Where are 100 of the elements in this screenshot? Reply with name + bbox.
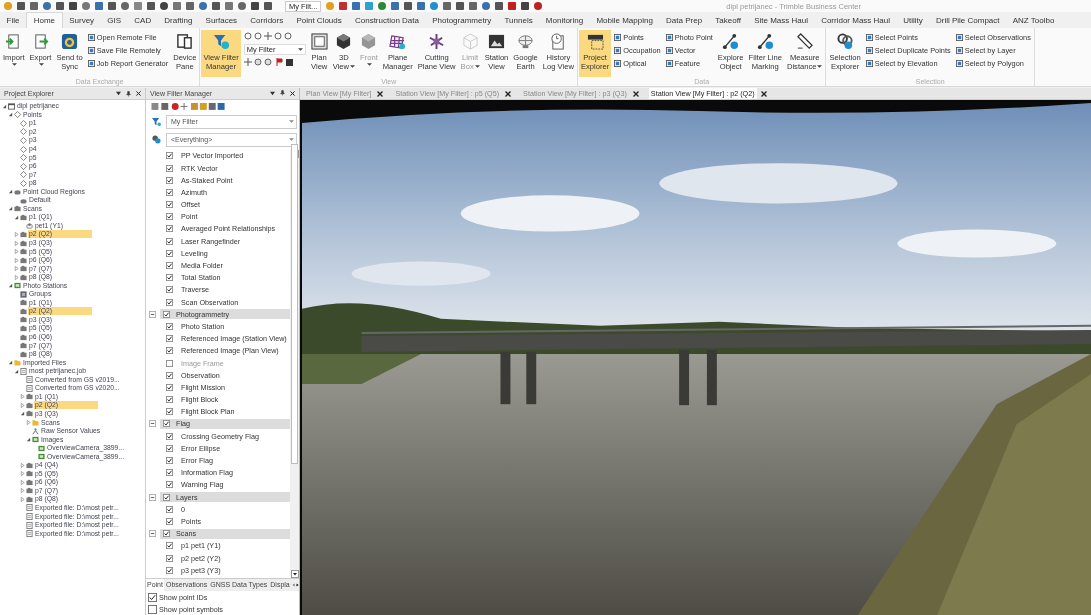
- menu-tab[interactable]: Point Clouds: [289, 12, 349, 28]
- checkbox[interactable]: [166, 188, 173, 196]
- menu-tab[interactable]: Utility: [896, 12, 930, 28]
- expander-icon[interactable]: [8, 189, 13, 195]
- checkbox[interactable]: [166, 554, 173, 562]
- checkbox[interactable]: [166, 274, 173, 282]
- checkbox[interactable]: [166, 164, 173, 172]
- pin-icon[interactable]: [280, 90, 285, 97]
- close-icon[interactable]: [505, 90, 512, 97]
- checkbox[interactable]: [166, 517, 173, 525]
- collapse-toggle-icon[interactable]: [149, 530, 156, 538]
- expander-icon[interactable]: [2, 103, 7, 109]
- checkbox[interactable]: [166, 298, 173, 306]
- close-icon[interactable]: [290, 90, 295, 96]
- close-icon[interactable]: [632, 90, 639, 97]
- checkbox[interactable]: [163, 420, 170, 428]
- checkbox[interactable]: [166, 201, 173, 209]
- checkbox[interactable]: [148, 592, 157, 602]
- cube-icon: [335, 33, 353, 50]
- tool-icon: [865, 60, 873, 67]
- checkbox[interactable]: [166, 262, 173, 270]
- tool-icon: [955, 47, 963, 54]
- checkbox[interactable]: [163, 530, 170, 538]
- checkbox[interactable]: [166, 359, 173, 367]
- menu-tab[interactable]: Drafting: [157, 12, 199, 28]
- scroll-thumb[interactable]: [291, 144, 298, 465]
- grid-icon: [389, 33, 407, 50]
- close-icon[interactable]: [377, 90, 384, 97]
- tool-icon: [665, 60, 673, 67]
- menu-tab[interactable]: File: [0, 12, 27, 28]
- checkbox[interactable]: [166, 396, 173, 404]
- scroll-down-icon[interactable]: [290, 570, 299, 579]
- expander-icon[interactable]: [8, 360, 13, 366]
- checkbox[interactable]: [166, 469, 173, 477]
- checkbox[interactable]: [166, 213, 173, 221]
- checkbox[interactable]: [166, 237, 173, 245]
- tool-icon: [665, 47, 673, 54]
- expander-icon[interactable]: [14, 368, 19, 374]
- expander-icon[interactable]: [26, 437, 31, 443]
- circles-icon: [836, 33, 854, 50]
- menu-tab[interactable]: CAD: [127, 12, 158, 28]
- checkbox[interactable]: [166, 383, 173, 391]
- cube-icon: [360, 33, 378, 50]
- menu-tab[interactable]: Home: [26, 12, 63, 28]
- checkbox[interactable]: [166, 286, 173, 294]
- expander-icon[interactable]: [20, 411, 25, 417]
- checkbox[interactable]: [166, 347, 173, 355]
- menu-tab[interactable]: Monitoring: [539, 12, 590, 28]
- menu-tab[interactable]: Surfaces: [198, 12, 244, 28]
- menu-tab[interactable]: Corridors: [243, 12, 290, 28]
- dropdown-caret-icon[interactable]: [116, 91, 121, 96]
- checkbox[interactable]: [166, 505, 173, 513]
- menu-tab[interactable]: Takeoff: [708, 12, 748, 28]
- checkbox[interactable]: [148, 604, 157, 614]
- clock-document-icon: [549, 33, 567, 50]
- checkbox[interactable]: [166, 444, 173, 452]
- cube-outline-icon: [461, 33, 479, 50]
- collapse-toggle-icon[interactable]: [149, 493, 156, 501]
- checkbox[interactable]: [166, 432, 173, 440]
- checkbox[interactable]: [163, 310, 170, 318]
- checkbox[interactable]: [166, 542, 173, 550]
- checkbox[interactable]: [166, 335, 173, 343]
- menu-tab[interactable]: Photogrammetry: [425, 12, 498, 28]
- expander-icon[interactable]: [14, 214, 19, 220]
- close-icon[interactable]: [760, 90, 767, 97]
- expander-icon[interactable]: [8, 283, 13, 289]
- checkbox[interactable]: [166, 176, 173, 184]
- menu-tab[interactable]: Survey: [62, 12, 101, 28]
- checkbox[interactable]: [166, 152, 173, 160]
- picture-icon: [488, 33, 505, 50]
- checkbox[interactable]: [166, 322, 173, 330]
- checkbox[interactable]: [166, 457, 173, 465]
- menu-tab[interactable]: Mobile Mapping: [589, 12, 660, 28]
- menu-tab[interactable]: Corridor Mass Haul: [814, 12, 897, 28]
- checkbox[interactable]: [163, 493, 170, 501]
- checkbox[interactable]: [166, 371, 173, 379]
- menu-tab[interactable]: Site Mass Haul: [747, 12, 815, 28]
- menu-tab[interactable]: ANZ Toolbo: [1006, 12, 1061, 28]
- collapse-toggle-icon[interactable]: [149, 310, 156, 318]
- menu-tab[interactable]: Construction Data: [348, 12, 426, 28]
- menu-tab[interactable]: Data Prep: [659, 12, 709, 28]
- pin-icon[interactable]: [126, 90, 131, 97]
- collapse-toggle-icon[interactable]: [149, 420, 156, 428]
- menu-tab[interactable]: GIS: [100, 12, 128, 28]
- checkbox[interactable]: [166, 225, 173, 233]
- expander-icon[interactable]: [8, 206, 13, 212]
- checkbox[interactable]: [166, 481, 173, 489]
- circles-icon: [152, 135, 161, 145]
- tool-icon: [865, 47, 873, 54]
- funnel-icon: [212, 33, 230, 50]
- expander-icon[interactable]: [8, 112, 13, 118]
- tool-icon: [614, 47, 622, 54]
- dropdown-caret-icon[interactable]: [270, 90, 275, 96]
- tool-icon: [87, 34, 95, 41]
- menu-tab[interactable]: Tunnels: [497, 12, 540, 28]
- checkbox[interactable]: [166, 566, 173, 574]
- checkbox[interactable]: [166, 408, 173, 416]
- close-icon[interactable]: [136, 91, 141, 96]
- menu-tab[interactable]: Drill Pile Compact: [929, 12, 1007, 28]
- checkbox[interactable]: [166, 249, 173, 257]
